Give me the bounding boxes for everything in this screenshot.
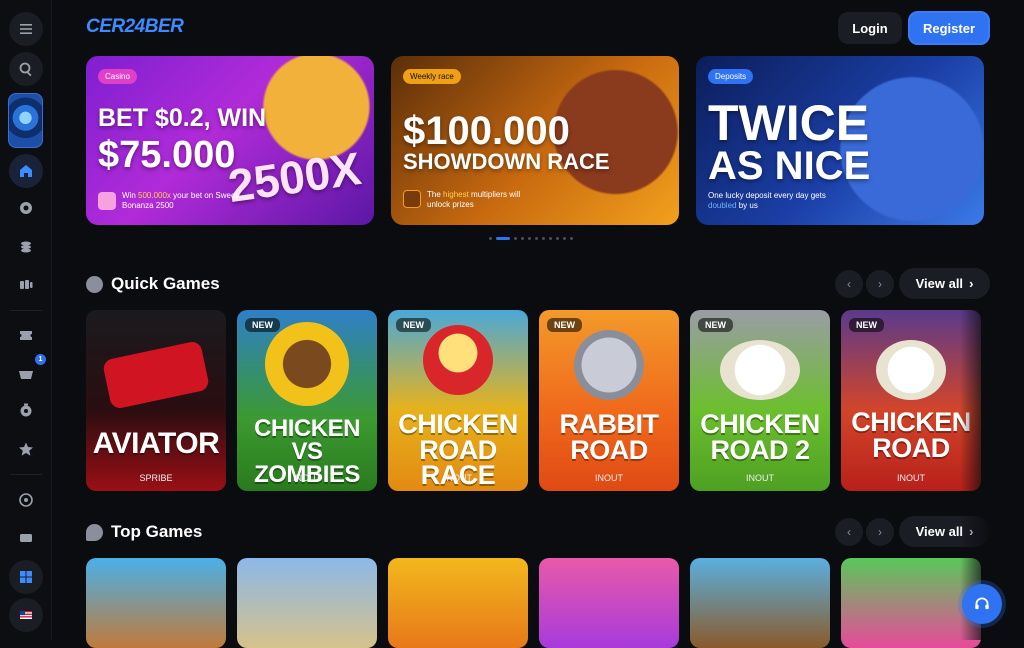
game-tile-dog[interactable] bbox=[690, 558, 830, 648]
star-icon[interactable] bbox=[9, 432, 43, 466]
dice-icon bbox=[86, 275, 103, 293]
search-icon[interactable] bbox=[9, 52, 43, 86]
banner-tag: Weekly race bbox=[403, 69, 461, 84]
game-provider: INOUT bbox=[595, 473, 623, 483]
game-card-chicken-vs-zombies[interactable]: NEW CHICKEN VS ZOMBIES INOUT bbox=[237, 310, 377, 491]
home-icon[interactable] bbox=[9, 154, 43, 188]
banner-sub: The highest multipliers will unlock priz… bbox=[427, 190, 521, 209]
ticket-icon[interactable] bbox=[9, 318, 43, 352]
game-name: CHICKEN ROAD 2 bbox=[700, 409, 820, 465]
carousel-dot[interactable] bbox=[563, 237, 566, 240]
banner-headline-2: AS NICE bbox=[708, 144, 871, 188]
carousel-dot[interactable] bbox=[549, 237, 552, 240]
new-badge: NEW bbox=[245, 318, 280, 332]
quick-games-header: Quick Games bbox=[86, 274, 220, 294]
banner-headline: BET $0.2, WIN bbox=[98, 104, 267, 132]
game-thumb-icon bbox=[98, 192, 116, 210]
game-provider: INOUT bbox=[444, 473, 472, 483]
game-provider: SPRIBE bbox=[139, 473, 173, 483]
banner-deposits[interactable]: Deposits TWICE AS NICE One lucky deposit… bbox=[696, 56, 984, 225]
sidebar-divider bbox=[10, 474, 42, 475]
game-provider: INOUT bbox=[746, 473, 774, 483]
racer-chicken-icon bbox=[423, 325, 493, 395]
top-bar: CER24BER Login Register bbox=[52, 0, 1024, 56]
carousel-dots bbox=[489, 237, 573, 240]
timer-icon[interactable] bbox=[9, 393, 43, 427]
sidebar: 1 bbox=[0, 0, 52, 640]
carousel-dot[interactable] bbox=[514, 237, 517, 240]
banner-sub: Win 500.000x your bet on Sweet Bonanza 2… bbox=[122, 191, 238, 210]
flame-icon bbox=[86, 523, 103, 541]
soccer-ball-icon[interactable] bbox=[9, 483, 43, 517]
game-tile-fruit[interactable] bbox=[388, 558, 528, 648]
banner-sub: One lucky deposit every day gets doubled… bbox=[708, 191, 826, 210]
coupon-icon[interactable] bbox=[9, 521, 43, 555]
basket-icon[interactable]: 1 bbox=[9, 354, 46, 390]
live-cards-icon[interactable] bbox=[9, 268, 43, 302]
banner-amount: $75.000 bbox=[98, 134, 236, 176]
chicken-icon bbox=[876, 340, 946, 400]
game-card-aviator[interactable]: AVIATOR SPRIBE bbox=[86, 310, 226, 491]
banner-sweet-bonanza[interactable]: Casino BET $0.2, WIN $75.000 2500X Win 5… bbox=[86, 56, 374, 225]
new-badge: NEW bbox=[396, 318, 431, 332]
windows-icon[interactable] bbox=[9, 560, 43, 594]
sunflower-icon bbox=[265, 322, 349, 406]
section-title: Top Games bbox=[111, 522, 203, 541]
prev-arrow-icon[interactable]: ‹ bbox=[835, 518, 863, 546]
game-name: RABBIT ROAD bbox=[559, 409, 660, 465]
game-tile-cowboy[interactable] bbox=[86, 558, 226, 648]
carousel-dot[interactable] bbox=[489, 237, 492, 240]
game-card-rabbit-road[interactable]: NEW RABBIT ROAD INOUT bbox=[539, 310, 679, 491]
new-badge: NEW bbox=[547, 318, 582, 332]
prev-arrow-icon[interactable]: ‹ bbox=[835, 270, 863, 298]
carousel-dot[interactable] bbox=[542, 237, 545, 240]
plane-icon bbox=[101, 340, 211, 410]
promo-wheel-icon[interactable] bbox=[8, 93, 43, 148]
banner-tag: Casino bbox=[98, 69, 137, 84]
us-flag-icon[interactable] bbox=[9, 598, 43, 632]
banner-headline: TWICE bbox=[708, 95, 870, 151]
quick-games-view-all[interactable]: View all › bbox=[899, 268, 990, 299]
register-button[interactable]: Register bbox=[908, 11, 990, 45]
rabbit-icon bbox=[574, 330, 644, 400]
banner-headline: SHOWDOWN RACE bbox=[403, 149, 610, 174]
coins-icon[interactable] bbox=[9, 230, 43, 264]
carousel-dot[interactable] bbox=[535, 237, 538, 240]
carousel-dot[interactable] bbox=[521, 237, 524, 240]
game-tile-zeus[interactable] bbox=[237, 558, 377, 648]
game-card-chicken-road-2[interactable]: NEW CHICKEN ROAD 2 INOUT bbox=[690, 310, 830, 491]
chicken-icon bbox=[720, 340, 800, 400]
carousel-dot[interactable] bbox=[528, 237, 531, 240]
game-card-chicken-road-race[interactable]: NEW CHICKEN ROAD RACE INOUT bbox=[388, 310, 528, 491]
next-arrow-icon[interactable]: › bbox=[866, 270, 894, 298]
carousel-dot[interactable] bbox=[556, 237, 559, 240]
login-button[interactable]: Login bbox=[838, 12, 902, 44]
game-name: AVIATOR bbox=[92, 427, 220, 460]
section-title: Quick Games bbox=[111, 274, 220, 293]
next-arrow-icon[interactable]: › bbox=[866, 518, 894, 546]
top-games-header: Top Games bbox=[86, 522, 202, 542]
banner-amount: $100.000 bbox=[403, 109, 570, 153]
new-badge: NEW bbox=[698, 318, 733, 332]
menu-icon[interactable] bbox=[9, 12, 43, 46]
carousel-dot-active[interactable] bbox=[496, 237, 510, 240]
banner-tag: Deposits bbox=[708, 69, 754, 84]
casino-chip-icon[interactable] bbox=[9, 191, 43, 225]
sidebar-divider bbox=[10, 310, 42, 311]
carousel-dot[interactable] bbox=[570, 237, 573, 240]
game-provider: INOUT bbox=[293, 473, 321, 483]
game-tile-candy[interactable] bbox=[539, 558, 679, 648]
logo[interactable]: CER24BER bbox=[86, 16, 184, 38]
basket-badge: 1 bbox=[35, 354, 46, 365]
banner-weekly-race[interactable]: Weekly race $100.000 SHOWDOWN RACE The h… bbox=[391, 56, 679, 225]
support-headset-icon[interactable] bbox=[962, 584, 1002, 624]
new-badge: NEW bbox=[849, 318, 884, 332]
race-trophy-icon bbox=[403, 190, 421, 208]
